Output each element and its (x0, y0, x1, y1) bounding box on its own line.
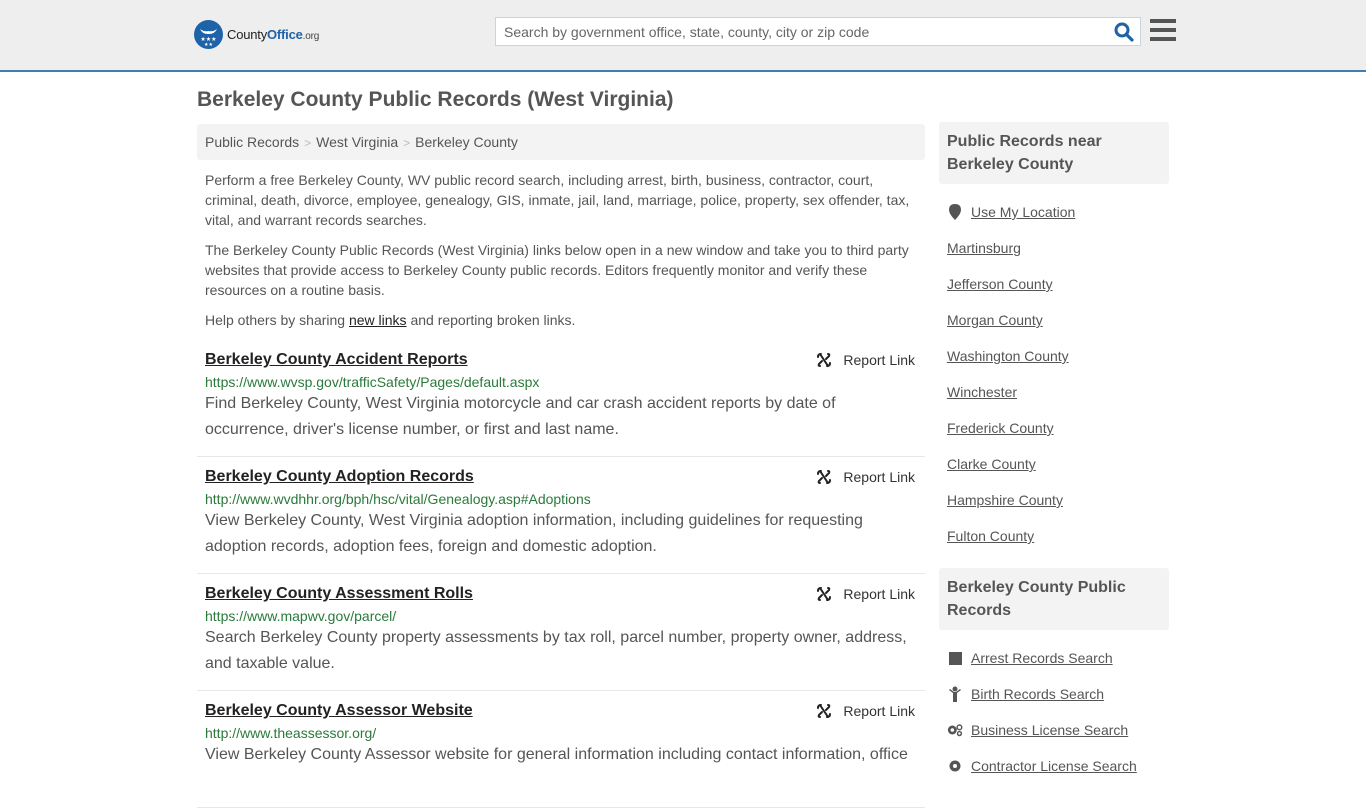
county-records-heading: Berkeley County Public Records (939, 568, 1169, 630)
nearby-item: Martinsburg (947, 230, 1169, 266)
nearby-item: Jefferson County (947, 266, 1169, 302)
record-title-link[interactable]: Berkeley County Assessor Website (205, 701, 473, 721)
breadcrumb-separator: > (403, 136, 411, 150)
report-link-button[interactable]: Report Link (816, 703, 915, 719)
intro-paragraph-3: Help others by sharing new links and rep… (205, 312, 576, 328)
intro-text: Perform a free Berkeley County, WV publi… (205, 170, 917, 340)
site-header: ★★★ ★★ CountyOffice.org (0, 0, 1366, 72)
report-link-button[interactable]: Report Link (816, 586, 915, 602)
new-links-link[interactable]: new links (349, 312, 407, 328)
nearby-item: Morgan County (947, 302, 1169, 338)
hamburger-menu-icon[interactable] (1150, 19, 1176, 41)
nearby-link-winchester[interactable]: Winchester (947, 384, 1017, 400)
record-item: Berkeley County Assessor Website Report … (197, 691, 925, 808)
nearby-link-fulton-county[interactable]: Fulton County (947, 528, 1034, 544)
search-box (495, 17, 1141, 46)
intro-paragraph-1: Perform a free Berkeley County, WV publi… (205, 172, 910, 228)
county-record-item: Birth Records Search (947, 676, 1169, 712)
record-url: http://www.theassessor.org/ (205, 725, 377, 741)
nearby-link-washington-county[interactable]: Washington County (947, 348, 1069, 364)
nearby-item: Frederick County (947, 410, 1169, 446)
breadcrumb: Public Records > West Virginia > Berkeley Co… (197, 124, 925, 160)
nearby-link-morgan-county[interactable]: Morgan County (947, 312, 1043, 328)
county-record-item: Business License Search (947, 712, 1169, 748)
record-url: https://www.mapwv.gov/parcel/ (205, 608, 397, 624)
record-description: View Berkeley County, West Virginia adop… (205, 512, 863, 555)
contractor-license-search-link[interactable]: Contractor License Search (971, 758, 1137, 774)
sidebar: Public Records near Berkeley County Use … (939, 122, 1169, 794)
arrest-records-search-link[interactable]: Arrest Records Search (971, 650, 1113, 666)
nearby-item: Winchester (947, 374, 1169, 410)
nearby-link-jefferson-county[interactable]: Jefferson County (947, 276, 1053, 292)
nearby-link-martinsburg[interactable]: Martinsburg (947, 240, 1021, 256)
page-title: Berkeley County Public Records (West Vir… (197, 88, 674, 111)
breadcrumb-public-records[interactable]: Public Records (205, 134, 299, 150)
broken-link-icon (817, 704, 832, 718)
record-item: Berkeley County Accident Reports Report … (197, 340, 925, 457)
record-url: https://www.wvsp.gov/trafficSafety/Pages… (205, 374, 540, 390)
search-input[interactable] (496, 18, 1096, 45)
nearby-link-clarke-county[interactable]: Clarke County (947, 456, 1036, 472)
record-title-link[interactable]: Berkeley County Assessment Rolls (205, 584, 473, 604)
eagle-logo-icon: ★★★ ★★ (194, 20, 223, 49)
record-url: http://www.wvdhhr.org/bph/hsc/vital/Gene… (205, 491, 591, 507)
report-link-button[interactable]: Report Link (816, 469, 915, 485)
county-record-item: Arrest Records Search (947, 640, 1169, 676)
breadcrumb-west-virginia[interactable]: West Virginia (316, 134, 398, 150)
record-title-link[interactable]: Berkeley County Accident Reports (205, 350, 468, 370)
report-link-button[interactable]: Report Link (816, 352, 915, 368)
record-description: Find Berkeley County, West Virginia moto… (205, 395, 836, 438)
child-icon (947, 686, 963, 702)
broken-link-icon (817, 353, 832, 367)
broken-link-icon (817, 587, 832, 601)
site-logo[interactable]: ★★★ ★★ CountyOffice.org (194, 20, 319, 49)
nearby-link-hampshire-county[interactable]: Hampshire County (947, 492, 1063, 508)
nearby-link-frederick-county[interactable]: Frederick County (947, 420, 1054, 436)
svg-text:★★: ★★ (204, 42, 213, 48)
nearby-records-list: Use My Location Martinsburg Jefferson Co… (939, 184, 1169, 564)
record-item: Berkeley County Assessment Rolls Report … (197, 574, 925, 691)
square-icon (947, 651, 963, 665)
broken-link-icon (817, 470, 832, 484)
nearby-item: Clarke County (947, 446, 1169, 482)
use-location-item: Use My Location (947, 194, 1169, 230)
nearby-item: Hampshire County (947, 482, 1169, 518)
search-icon[interactable] (1114, 22, 1134, 42)
nearby-item: Fulton County (947, 518, 1169, 554)
birth-records-search-link[interactable]: Birth Records Search (971, 686, 1104, 702)
county-record-item: Contractor License Search (947, 748, 1169, 784)
breadcrumb-berkeley-county[interactable]: Berkeley County (415, 134, 518, 150)
nearby-item: Washington County (947, 338, 1169, 374)
business-license-search-link[interactable]: Business License Search (971, 722, 1128, 738)
breadcrumb-separator: > (304, 136, 312, 150)
record-description: View Berkeley County Assessor website fo… (205, 746, 908, 763)
record-item: Berkeley County Adoption Records Report … (197, 457, 925, 574)
gear-icon (947, 759, 963, 773)
record-description: Search Berkeley County property assessme… (205, 629, 907, 672)
nearby-records-heading: Public Records near Berkeley County (939, 122, 1169, 184)
cogs-icon (947, 723, 963, 737)
use-my-location-link[interactable]: Use My Location (971, 204, 1075, 220)
intro-paragraph-2: The Berkeley County Public Records (West… (205, 242, 909, 298)
record-title-link[interactable]: Berkeley County Adoption Records (205, 467, 474, 487)
county-records-list: Arrest Records Search Birth Records Sear… (939, 630, 1169, 794)
map-marker-icon (947, 204, 963, 220)
logo-text: CountyOffice.org (227, 27, 320, 42)
records-list: Berkeley County Accident Reports Report … (197, 340, 925, 808)
